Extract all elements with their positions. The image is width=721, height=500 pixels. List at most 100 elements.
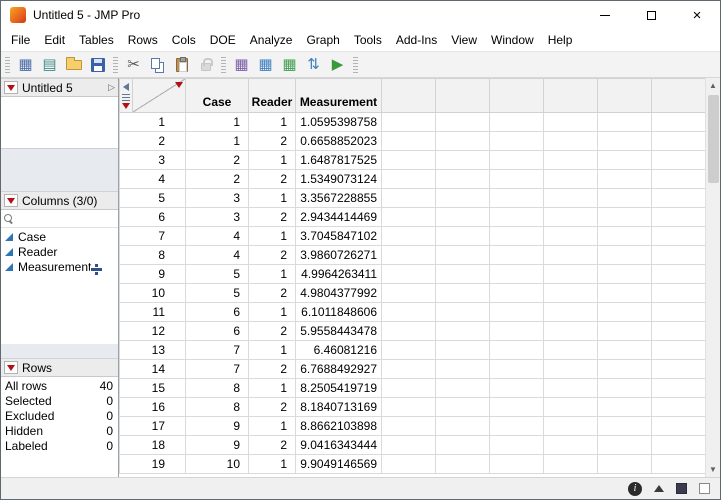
- case-cell[interactable]: 2: [185, 169, 249, 189]
- measurement-cell[interactable]: 2.9434414469: [295, 207, 382, 227]
- measurement-cell[interactable]: 9.9049146569: [295, 454, 382, 474]
- vertical-scrollbar[interactable]: ▲ ▼: [705, 78, 720, 477]
- measurement-cell[interactable]: 6.46081216: [295, 340, 382, 360]
- measurement-cell[interactable]: 4.9964263411: [295, 264, 382, 284]
- columns-menu-button[interactable]: [4, 194, 18, 207]
- caret-up-icon[interactable]: [654, 485, 664, 492]
- row-number-cell[interactable]: 17: [119, 416, 186, 436]
- row-number-cell[interactable]: 18: [119, 435, 186, 455]
- case-cell[interactable]: 10: [185, 454, 249, 474]
- case-cell[interactable]: 7: [185, 359, 249, 379]
- reader-cell[interactable]: 2: [248, 131, 296, 151]
- measurement-cell[interactable]: 0.6658852023: [295, 131, 382, 151]
- case-cell[interactable]: 3: [185, 188, 249, 208]
- case-cell[interactable]: 5: [185, 283, 249, 303]
- row-number-cell[interactable]: 16: [119, 397, 186, 417]
- row-number-cell[interactable]: 13: [119, 340, 186, 360]
- collapse-panel-icon[interactable]: [123, 83, 129, 91]
- column-list-item[interactable]: Reader: [1, 244, 118, 259]
- reader-cell[interactable]: 1: [248, 150, 296, 170]
- menubar-item[interactable]: Tools: [347, 30, 389, 50]
- title-bar[interactable]: Untitled 5 - JMP Pro ×: [1, 1, 720, 29]
- measurement-cell[interactable]: 5.9558443478: [295, 321, 382, 341]
- row-number-cell[interactable]: 19: [119, 454, 186, 474]
- reader-cell[interactable]: 1: [248, 378, 296, 398]
- reader-cell[interactable]: 2: [248, 397, 296, 417]
- column-list-item[interactable]: Case: [1, 229, 118, 244]
- menubar-item[interactable]: Edit: [37, 30, 72, 50]
- save-icon[interactable]: [86, 54, 109, 76]
- menubar-item[interactable]: Analyze: [243, 30, 300, 50]
- column-header-case[interactable]: Case: [185, 78, 249, 113]
- menubar-item[interactable]: Tables: [72, 30, 121, 50]
- column-header-reader[interactable]: Reader: [248, 78, 296, 113]
- data-table-icon[interactable]: ▦: [230, 54, 253, 76]
- new-journal-icon[interactable]: ▤: [38, 54, 61, 76]
- measurement-cell[interactable]: 3.9860726271: [295, 245, 382, 265]
- case-cell[interactable]: 9: [185, 416, 249, 436]
- reader-cell[interactable]: 1: [248, 416, 296, 436]
- reader-cell[interactable]: 2: [248, 245, 296, 265]
- measurement-cell[interactable]: 1.0595398758: [295, 112, 382, 132]
- paste-icon[interactable]: [170, 54, 193, 76]
- run-script-icon[interactable]: ▶: [326, 54, 349, 76]
- minimize-button[interactable]: [582, 1, 628, 29]
- column-header-measurement[interactable]: Measurement: [295, 78, 382, 113]
- scroll-down-button[interactable]: ▼: [706, 462, 721, 477]
- columns-red-triangle-icon[interactable]: [175, 82, 183, 88]
- case-cell[interactable]: 6: [185, 302, 249, 322]
- reader-cell[interactable]: 2: [248, 169, 296, 189]
- row-number-cell[interactable]: 15: [119, 378, 186, 398]
- case-cell[interactable]: 4: [185, 226, 249, 246]
- maximize-button[interactable]: [628, 1, 674, 29]
- measurement-cell[interactable]: 8.1840713169: [295, 397, 382, 417]
- menubar-item[interactable]: Add-Ins: [389, 30, 444, 50]
- case-cell[interactable]: 1: [185, 112, 249, 132]
- info-icon[interactable]: i: [628, 481, 642, 496]
- sort-icon[interactable]: ⇅: [302, 54, 325, 76]
- measurement-cell[interactable]: 1.5349073124: [295, 169, 382, 189]
- close-button[interactable]: ×: [674, 1, 720, 29]
- row-number-cell[interactable]: 3: [119, 150, 186, 170]
- menubar-item[interactable]: Cols: [165, 30, 203, 50]
- scroll-up-button[interactable]: ▲: [706, 78, 721, 93]
- case-cell[interactable]: 1: [185, 131, 249, 151]
- case-cell[interactable]: 6: [185, 321, 249, 341]
- menubar-item[interactable]: Help: [541, 30, 580, 50]
- panel-expand-icon[interactable]: ▷: [108, 83, 115, 92]
- measurement-cell[interactable]: 6.7688492927: [295, 359, 382, 379]
- case-cell[interactable]: 4: [185, 245, 249, 265]
- row-number-cell[interactable]: 1: [119, 112, 186, 132]
- grid-corner-cell[interactable]: [119, 78, 186, 113]
- row-number-cell[interactable]: 14: [119, 359, 186, 379]
- reader-cell[interactable]: 2: [248, 321, 296, 341]
- reader-cell[interactable]: 1: [248, 264, 296, 284]
- measurement-cell[interactable]: 9.0416343444: [295, 435, 382, 455]
- rows-menu-button[interactable]: [4, 361, 18, 374]
- case-cell[interactable]: 3: [185, 207, 249, 227]
- measurement-cell[interactable]: 8.8662103898: [295, 416, 382, 436]
- measurement-cell[interactable]: 4.9804377992: [295, 283, 382, 303]
- case-cell[interactable]: 9: [185, 435, 249, 455]
- measurement-cell[interactable]: 1.6487817525: [295, 150, 382, 170]
- reader-cell[interactable]: 2: [248, 435, 296, 455]
- row-number-cell[interactable]: 12: [119, 321, 186, 341]
- reader-cell[interactable]: 2: [248, 207, 296, 227]
- rows-red-triangle-icon[interactable]: [122, 103, 130, 109]
- copy-icon[interactable]: [146, 54, 169, 76]
- measurement-cell[interactable]: 3.3567228855: [295, 188, 382, 208]
- selection-square-light-icon[interactable]: [699, 483, 710, 494]
- menubar-item[interactable]: Rows: [121, 30, 165, 50]
- row-list-icon[interactable]: [122, 94, 130, 102]
- reader-cell[interactable]: 1: [248, 302, 296, 322]
- reader-cell[interactable]: 1: [248, 112, 296, 132]
- menubar-item[interactable]: Graph: [299, 30, 346, 50]
- reader-cell[interactable]: 2: [248, 283, 296, 303]
- menubar-item[interactable]: Window: [484, 30, 541, 50]
- row-number-cell[interactable]: 10: [119, 283, 186, 303]
- new-data-table-icon[interactable]: ▦: [14, 54, 37, 76]
- scrollbar-thumb[interactable]: [707, 95, 719, 183]
- reader-cell[interactable]: 1: [248, 226, 296, 246]
- row-number-cell[interactable]: 7: [119, 226, 186, 246]
- row-number-cell[interactable]: 4: [119, 169, 186, 189]
